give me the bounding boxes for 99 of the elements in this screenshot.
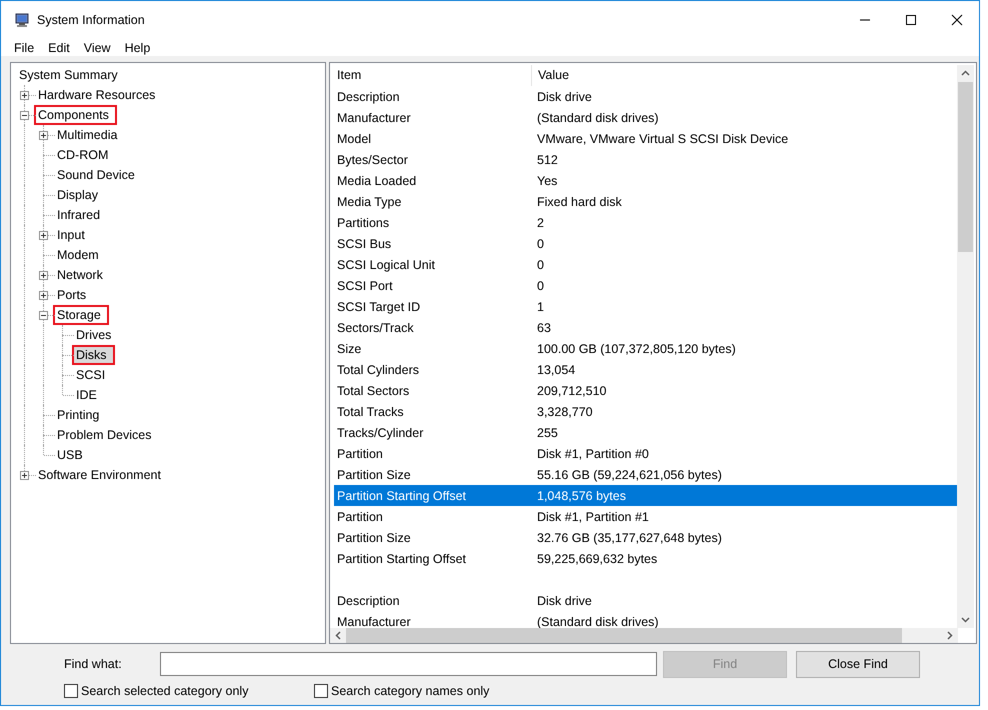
tree-item[interactable]: Modem xyxy=(53,245,103,265)
table-cell-text: Partition Starting Offset xyxy=(336,488,467,502)
tree-item[interactable]: Sound Device xyxy=(53,165,139,185)
table-cell-text: SCSI Port xyxy=(336,278,394,292)
find-label: Find what: xyxy=(64,657,123,671)
tree-item[interactable]: System Summary xyxy=(15,65,122,85)
table-cell-text: Manufacturer xyxy=(336,110,412,124)
table-cell-text: Disk drive xyxy=(536,90,592,104)
table-cell-text: Size xyxy=(336,342,362,356)
menu-item[interactable]: View xyxy=(76,40,118,54)
tree-item[interactable]: Multimedia xyxy=(53,125,122,145)
table-cell-text: Model xyxy=(336,132,372,146)
table-cell-text: Media Type xyxy=(336,194,402,208)
tree-item[interactable]: Ports xyxy=(53,285,90,305)
table-cell-text: Manufacturer xyxy=(336,614,412,628)
tree-item[interactable]: SCSI xyxy=(72,365,110,385)
tree-item[interactable]: Components xyxy=(34,105,117,125)
table-cell-text: 59,225,669,632 bytes xyxy=(536,552,658,566)
table-cell-text: Partitions xyxy=(336,216,390,230)
table-cell-text: 1,048,576 bytes xyxy=(536,488,626,502)
table-cell-text: 32.76 GB (35,177,627,648 bytes) xyxy=(536,530,722,544)
tree-item[interactable]: Display xyxy=(53,185,102,205)
plus-box-icon[interactable] xyxy=(39,291,48,300)
table-cell-text: (Standard disk drives) xyxy=(536,614,659,628)
app-icon xyxy=(15,12,31,28)
table-cell-text: Disk #1, Partition #1 xyxy=(536,510,649,524)
window-title: System Information xyxy=(37,13,145,27)
table-cell-text: 100.00 GB (107,372,805,120 bytes) xyxy=(536,342,736,356)
vertical-scrollbar[interactable] xyxy=(957,65,974,628)
menu-item[interactable]: Edit xyxy=(41,40,77,54)
tree-item[interactable]: Network xyxy=(53,265,107,285)
table-cell-text: Partition Starting Offset xyxy=(336,552,467,566)
table-cell-text: SCSI Target ID xyxy=(336,300,422,314)
table-cell-text: Partition Size xyxy=(336,530,412,544)
table-cell-text: 512 xyxy=(536,152,558,166)
tree-item[interactable]: Problem Devices xyxy=(53,425,156,445)
plus-box-icon[interactable] xyxy=(20,91,29,100)
table-cell-text: Description xyxy=(336,90,401,104)
table-cell-text: Total Sectors xyxy=(336,384,410,398)
find-field[interactable] xyxy=(160,652,657,676)
checkbox[interactable] xyxy=(64,684,78,698)
minus-box-icon[interactable] xyxy=(39,311,48,320)
tree-item[interactable]: Storage xyxy=(53,305,109,325)
checkbox[interactable] xyxy=(314,684,328,698)
find-button[interactable]: Close Find xyxy=(796,650,920,678)
table-cell-text: SCSI Bus xyxy=(336,236,392,250)
table-cell-text: Media Loaded xyxy=(336,174,418,188)
plus-box-icon[interactable] xyxy=(20,471,29,480)
menu-item[interactable]: File xyxy=(7,40,42,54)
tree-item[interactable]: Printing xyxy=(53,405,104,425)
table-cell-text: 1 xyxy=(536,300,544,314)
tree-item[interactable]: CD-ROM xyxy=(53,145,112,165)
tree-item[interactable]: Drives xyxy=(72,325,116,345)
table-cell-text: Disk drive xyxy=(536,594,592,608)
plus-box-icon[interactable] xyxy=(39,131,48,140)
plus-box-icon[interactable] xyxy=(39,271,48,280)
table-cell-text: Yes xyxy=(536,174,558,188)
table-cell-text: Partition xyxy=(336,510,384,524)
tree-item[interactable]: IDE xyxy=(72,385,101,405)
menu-item[interactable]: Help xyxy=(118,40,158,54)
table-cell-text: Total Cylinders xyxy=(336,362,420,376)
table-cell-text: 3,328,770 xyxy=(536,404,593,418)
table-cell-text: 2 xyxy=(536,216,544,230)
table-cell-text: 209,712,510 xyxy=(536,384,607,398)
column-header[interactable]: Item xyxy=(334,65,532,86)
table-cell-text: Tracks/Cylinder xyxy=(336,426,424,440)
tree-item[interactable]: Input xyxy=(53,225,89,245)
tree-item[interactable]: Software Environment xyxy=(34,465,165,485)
table-cell-text: Total Tracks xyxy=(336,404,405,418)
table-cell-text: Partition xyxy=(336,446,384,460)
table-cell-text: 13,054 xyxy=(536,362,576,376)
table-cell-text: VMware, VMware Virtual S SCSI Disk Device xyxy=(536,132,788,146)
table-cell-text: 255 xyxy=(536,426,558,440)
table-cell-text: 0 xyxy=(536,258,544,272)
tree-item[interactable]: Disks xyxy=(72,345,115,365)
table-cell-text: 55.16 GB (59,224,621,056 bytes) xyxy=(536,468,722,482)
close-icon[interactable] xyxy=(951,14,963,26)
tree-item[interactable]: Infrared xyxy=(53,205,104,225)
checkbox-label: Search category names only xyxy=(331,684,490,698)
table-cell-text: Disk #1, Partition #0 xyxy=(536,446,649,460)
tree-item[interactable]: USB xyxy=(53,445,87,465)
table-cell-text: Bytes/Sector xyxy=(336,152,409,166)
column-header[interactable]: Value xyxy=(532,65,570,86)
tree-item[interactable]: Hardware Resources xyxy=(34,85,160,105)
table-cell-text: 0 xyxy=(536,236,544,250)
table-cell-text: Description xyxy=(336,594,401,608)
horizontal-scrollbar[interactable] xyxy=(330,628,958,643)
selected-row[interactable]: Partition Starting Offset 1,048,576 bytes xyxy=(334,485,957,506)
plus-box-icon[interactable] xyxy=(39,231,48,240)
table-cell-text: 0 xyxy=(536,278,544,292)
checkbox-label: Search selected category only xyxy=(81,684,248,698)
table-cell-text: SCSI Logical Unit xyxy=(336,258,436,272)
table-cell-text: Sectors/Track xyxy=(336,320,415,334)
table-cell-text: Partition Size xyxy=(336,468,412,482)
table-cell-text: Fixed hard disk xyxy=(536,194,622,208)
table-cell-text: 63 xyxy=(536,320,551,334)
minus-box-icon[interactable] xyxy=(20,111,29,120)
maximize-icon[interactable] xyxy=(905,14,917,26)
table-cell-text: (Standard disk drives) xyxy=(536,110,659,124)
